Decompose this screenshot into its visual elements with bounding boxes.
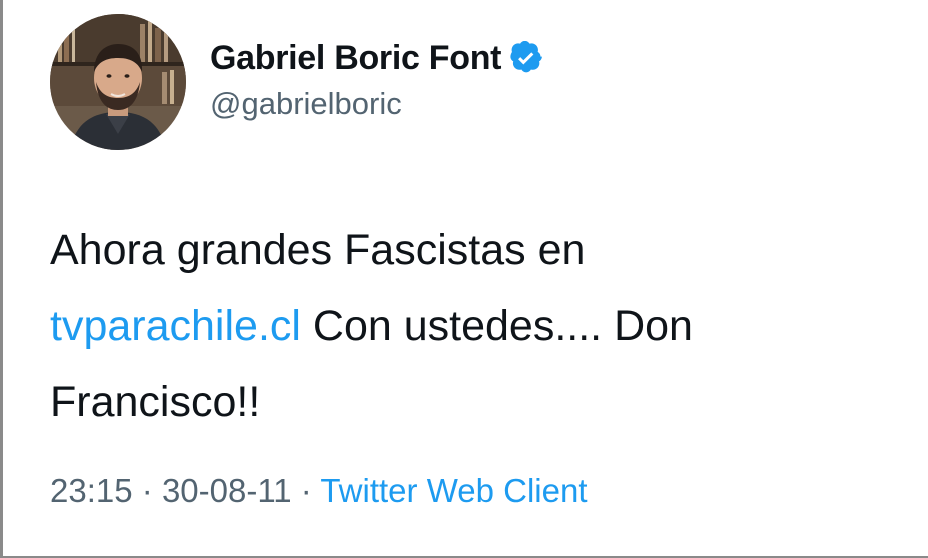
tweet-source[interactable]: Twitter Web Client (320, 472, 587, 509)
avatar-photo (50, 14, 186, 150)
tweet-header: Gabriel Boric Font @gabrielboric (50, 14, 910, 150)
verified-badge-icon (510, 41, 543, 73)
tweet-text-part-1: Ahora grandes Fascistas en (50, 226, 586, 274)
display-name[interactable]: Gabriel Boric Font (210, 39, 501, 78)
author-handle[interactable]: @gabrielboric (210, 86, 543, 122)
tweet-text: Ahora grandes Fascistas en tvparachile.cl… (50, 212, 910, 440)
tweet-date[interactable]: 30-08-11 (162, 472, 292, 509)
meta-separator: · (141, 472, 153, 509)
screenshot-border-left (0, 0, 3, 558)
author-names: Gabriel Boric Font @gabrielboric (210, 39, 543, 122)
tweet-card: Gabriel Boric Font @gabrielboric Ahora g… (50, 14, 910, 510)
avatar[interactable] (50, 14, 186, 150)
display-name-row: Gabriel Boric Font (210, 39, 543, 78)
tweet-link[interactable]: tvparachile.cl (50, 302, 301, 350)
meta-separator-2: · (300, 472, 312, 509)
tweet-time[interactable]: 23:15 (50, 472, 133, 509)
tweet-metadata: 23:15 · 30-08-11 · Twitter Web Client (50, 472, 910, 510)
